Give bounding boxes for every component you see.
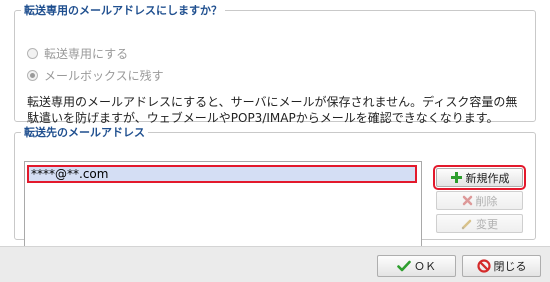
forward-only-group: 転送専用のメールアドレスにしますか？ 転送専用にする メールボックスに残す 転送… bbox=[14, 2, 536, 125]
edit-address-button[interactable]: 変更 bbox=[436, 214, 523, 233]
forward-address-legend: 転送先のメールアドレス bbox=[24, 126, 145, 139]
delete-address-button[interactable]: 削除 bbox=[436, 191, 523, 210]
forward-only-description: 転送専用のメールアドレスにすると、サーバにメールが保存されません。ディスク容量の… bbox=[27, 95, 518, 125]
radio-label: メールボックスに残す bbox=[44, 68, 164, 83]
list-item[interactable]: ****@**.com bbox=[27, 165, 417, 183]
delete-button-label: 削除 bbox=[475, 194, 498, 208]
pencil-icon bbox=[461, 218, 473, 230]
ok-button[interactable]: ＯＫ bbox=[377, 255, 456, 277]
radio-label: 転送専用にする bbox=[44, 46, 129, 61]
ok-button-label: ＯＫ bbox=[414, 260, 436, 273]
new-button-label: 新規作成 bbox=[465, 171, 510, 185]
forward-settings-dialog: 転送専用のメールアドレスにしますか？ 転送専用にする メールボックスに残す 転送… bbox=[0, 0, 550, 282]
radio-keep-in-mailbox[interactable]: メールボックスに残す bbox=[27, 66, 164, 84]
radio-forward-only[interactable]: 転送専用にする bbox=[27, 44, 128, 62]
no-entry-icon bbox=[476, 259, 491, 273]
radio-button-checked[interactable] bbox=[27, 69, 38, 81]
plus-icon bbox=[450, 171, 463, 184]
forward-only-legend: 転送専用のメールアドレスにしますか？ bbox=[24, 4, 222, 17]
edit-button-label: 変更 bbox=[476, 217, 498, 231]
x-icon bbox=[462, 195, 473, 206]
radio-button[interactable] bbox=[27, 47, 38, 59]
new-address-button[interactable]: 新規作成 bbox=[433, 165, 526, 190]
dialog-footer: ＯＫ 閉じる bbox=[0, 246, 550, 282]
checkmark-icon bbox=[397, 260, 411, 272]
close-button-label: 閉じる bbox=[493, 260, 527, 273]
close-button[interactable]: 閉じる bbox=[462, 255, 541, 277]
forward-address-group: 転送先のメールアドレス ****@**.com 新規作成 削除 変更 bbox=[14, 124, 536, 250]
forward-address-list[interactable]: ****@**.com bbox=[24, 161, 422, 250]
